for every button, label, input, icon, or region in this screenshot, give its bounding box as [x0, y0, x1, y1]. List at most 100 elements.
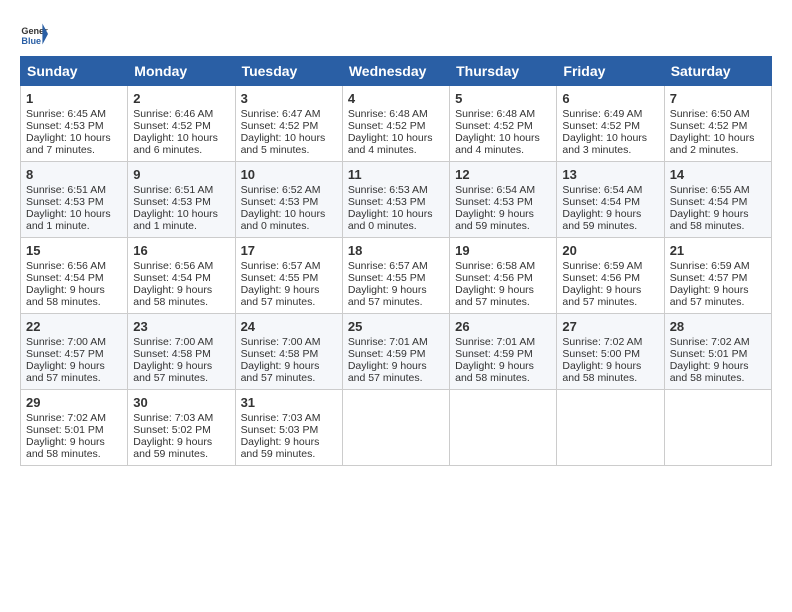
sunset-label: Sunset: 4:53 PM	[348, 196, 426, 208]
day-number: 30	[133, 395, 229, 410]
day-number: 28	[670, 319, 766, 334]
sunrise-label: Sunrise: 6:56 AM	[26, 260, 106, 272]
daylight-label: Daylight: 10 hours and 6 minutes.	[133, 132, 218, 156]
calendar-cell: 18 Sunrise: 6:57 AM Sunset: 4:55 PM Dayl…	[342, 238, 449, 314]
calendar-cell: 1 Sunrise: 6:45 AM Sunset: 4:53 PM Dayli…	[21, 86, 128, 162]
daylight-label: Daylight: 10 hours and 0 minutes.	[348, 208, 433, 232]
sunset-label: Sunset: 4:52 PM	[133, 120, 211, 132]
day-number: 20	[562, 243, 658, 258]
calendar-cell: 17 Sunrise: 6:57 AM Sunset: 4:55 PM Dayl…	[235, 238, 342, 314]
calendar-week-4: 22 Sunrise: 7:00 AM Sunset: 4:57 PM Dayl…	[21, 314, 772, 390]
sunset-label: Sunset: 4:59 PM	[348, 348, 426, 360]
sunset-label: Sunset: 4:58 PM	[241, 348, 319, 360]
calendar-week-3: 15 Sunrise: 6:56 AM Sunset: 4:54 PM Dayl…	[21, 238, 772, 314]
daylight-label: Daylight: 10 hours and 5 minutes.	[241, 132, 326, 156]
daylight-label: Daylight: 9 hours and 58 minutes.	[670, 208, 749, 232]
sunset-label: Sunset: 4:53 PM	[241, 196, 319, 208]
sunrise-label: Sunrise: 6:50 AM	[670, 108, 750, 120]
daylight-label: Daylight: 9 hours and 58 minutes.	[455, 360, 534, 384]
daylight-label: Daylight: 9 hours and 57 minutes.	[133, 360, 212, 384]
calendar-week-1: 1 Sunrise: 6:45 AM Sunset: 4:53 PM Dayli…	[21, 86, 772, 162]
sunrise-label: Sunrise: 7:03 AM	[241, 412, 321, 424]
sunset-label: Sunset: 4:53 PM	[133, 196, 211, 208]
day-number: 14	[670, 167, 766, 182]
daylight-label: Daylight: 10 hours and 4 minutes.	[348, 132, 433, 156]
calendar-cell	[664, 390, 771, 466]
calendar-cell: 6 Sunrise: 6:49 AM Sunset: 4:52 PM Dayli…	[557, 86, 664, 162]
daylight-label: Daylight: 10 hours and 1 minute.	[133, 208, 218, 232]
day-number: 23	[133, 319, 229, 334]
daylight-label: Daylight: 9 hours and 59 minutes.	[455, 208, 534, 232]
daylight-label: Daylight: 10 hours and 2 minutes.	[670, 132, 755, 156]
calendar-cell: 7 Sunrise: 6:50 AM Sunset: 4:52 PM Dayli…	[664, 86, 771, 162]
sunrise-label: Sunrise: 6:51 AM	[133, 184, 213, 196]
daylight-label: Daylight: 9 hours and 58 minutes.	[26, 284, 105, 308]
daylight-label: Daylight: 9 hours and 58 minutes.	[670, 360, 749, 384]
day-header-sunday: Sunday	[21, 57, 128, 86]
daylight-label: Daylight: 10 hours and 0 minutes.	[241, 208, 326, 232]
day-number: 22	[26, 319, 122, 334]
daylight-label: Daylight: 9 hours and 57 minutes.	[455, 284, 534, 308]
sunset-label: Sunset: 5:01 PM	[670, 348, 748, 360]
sunrise-label: Sunrise: 6:52 AM	[241, 184, 321, 196]
sunrise-label: Sunrise: 6:45 AM	[26, 108, 106, 120]
sunset-label: Sunset: 4:52 PM	[241, 120, 319, 132]
sunset-label: Sunset: 4:54 PM	[670, 196, 748, 208]
daylight-label: Daylight: 10 hours and 1 minute.	[26, 208, 111, 232]
sunset-label: Sunset: 4:52 PM	[455, 120, 533, 132]
day-number: 3	[241, 91, 337, 106]
sunset-label: Sunset: 4:54 PM	[26, 272, 104, 284]
sunset-label: Sunset: 4:55 PM	[241, 272, 319, 284]
day-number: 18	[348, 243, 444, 258]
day-number: 31	[241, 395, 337, 410]
sunset-label: Sunset: 4:53 PM	[26, 120, 104, 132]
calendar-cell: 28 Sunrise: 7:02 AM Sunset: 5:01 PM Dayl…	[664, 314, 771, 390]
calendar-table: SundayMondayTuesdayWednesdayThursdayFrid…	[20, 56, 772, 466]
sunrise-label: Sunrise: 7:00 AM	[241, 336, 321, 348]
calendar-cell: 27 Sunrise: 7:02 AM Sunset: 5:00 PM Dayl…	[557, 314, 664, 390]
calendar-cell: 25 Sunrise: 7:01 AM Sunset: 4:59 PM Dayl…	[342, 314, 449, 390]
calendar-cell: 3 Sunrise: 6:47 AM Sunset: 4:52 PM Dayli…	[235, 86, 342, 162]
day-number: 10	[241, 167, 337, 182]
sunrise-label: Sunrise: 6:53 AM	[348, 184, 428, 196]
sunset-label: Sunset: 4:56 PM	[562, 272, 640, 284]
calendar-cell: 8 Sunrise: 6:51 AM Sunset: 4:53 PM Dayli…	[21, 162, 128, 238]
daylight-label: Daylight: 9 hours and 57 minutes.	[241, 360, 320, 384]
calendar-week-5: 29 Sunrise: 7:02 AM Sunset: 5:01 PM Dayl…	[21, 390, 772, 466]
day-header-thursday: Thursday	[450, 57, 557, 86]
calendar-week-2: 8 Sunrise: 6:51 AM Sunset: 4:53 PM Dayli…	[21, 162, 772, 238]
day-number: 19	[455, 243, 551, 258]
day-number: 12	[455, 167, 551, 182]
daylight-label: Daylight: 9 hours and 59 minutes.	[241, 436, 320, 460]
sunset-label: Sunset: 5:03 PM	[241, 424, 319, 436]
day-number: 2	[133, 91, 229, 106]
sunset-label: Sunset: 4:57 PM	[26, 348, 104, 360]
sunrise-label: Sunrise: 6:54 AM	[562, 184, 642, 196]
calendar-cell	[342, 390, 449, 466]
sunrise-label: Sunrise: 6:57 AM	[241, 260, 321, 272]
daylight-label: Daylight: 9 hours and 59 minutes.	[133, 436, 212, 460]
day-number: 17	[241, 243, 337, 258]
calendar-cell	[557, 390, 664, 466]
daylight-label: Daylight: 10 hours and 7 minutes.	[26, 132, 111, 156]
sunrise-label: Sunrise: 7:03 AM	[133, 412, 213, 424]
day-number: 5	[455, 91, 551, 106]
sunrise-label: Sunrise: 6:54 AM	[455, 184, 535, 196]
sunrise-label: Sunrise: 6:59 AM	[670, 260, 750, 272]
sunrise-label: Sunrise: 6:55 AM	[670, 184, 750, 196]
day-number: 11	[348, 167, 444, 182]
day-number: 6	[562, 91, 658, 106]
daylight-label: Daylight: 10 hours and 4 minutes.	[455, 132, 540, 156]
sunrise-label: Sunrise: 6:48 AM	[455, 108, 535, 120]
sunrise-label: Sunrise: 6:47 AM	[241, 108, 321, 120]
sunset-label: Sunset: 4:59 PM	[455, 348, 533, 360]
sunrise-label: Sunrise: 7:00 AM	[26, 336, 106, 348]
logo: General Blue	[20, 20, 50, 48]
daylight-label: Daylight: 9 hours and 58 minutes.	[26, 436, 105, 460]
calendar-cell: 14 Sunrise: 6:55 AM Sunset: 4:54 PM Dayl…	[664, 162, 771, 238]
sunset-label: Sunset: 4:52 PM	[670, 120, 748, 132]
sunset-label: Sunset: 5:00 PM	[562, 348, 640, 360]
daylight-label: Daylight: 9 hours and 57 minutes.	[26, 360, 105, 384]
sunrise-label: Sunrise: 6:48 AM	[348, 108, 428, 120]
sunset-label: Sunset: 4:58 PM	[133, 348, 211, 360]
